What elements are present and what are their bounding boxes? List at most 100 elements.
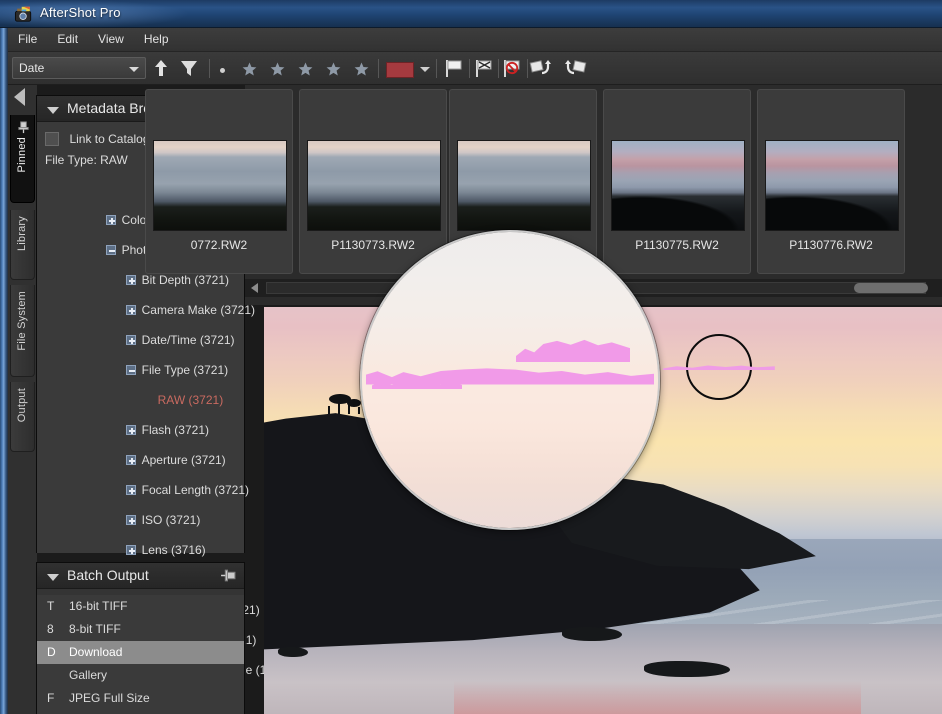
thumbnail-filename: P1130776.RW2 [789, 238, 873, 252]
loupe-magnifier[interactable] [360, 230, 660, 530]
expand-icon[interactable] [125, 514, 136, 525]
tree-item-date-time[interactable]: Date/Time (3721) [56, 333, 235, 348]
batch-output-title: Batch Output [67, 567, 149, 583]
link-to-catalogs-checkbox[interactable] [45, 132, 59, 146]
tree-item-flash[interactable]: Flash (3721) [56, 423, 209, 438]
sidebar-tab-output[interactable]: Output [10, 382, 35, 452]
tree-item-label: Camera Make (3721) [141, 302, 256, 317]
tree-item-label: Bit Depth (3721) [141, 272, 230, 287]
collapse-icon[interactable] [125, 364, 136, 375]
batch-output-label: Download [69, 645, 123, 659]
flag-prohibited-icon[interactable] [500, 57, 524, 79]
triangle-left-icon[interactable] [14, 88, 25, 106]
sidebar-tab-pinned[interactable]: Pinned [10, 115, 35, 203]
tree-item-label: Focal Length (3721) [141, 482, 250, 497]
highlight-clipping-overlay [516, 339, 630, 362]
batch-output-key: 8 [47, 622, 54, 636]
expand-icon[interactable] [125, 304, 136, 315]
expand-icon[interactable] [125, 274, 136, 285]
batch-output-key: F [47, 691, 55, 705]
preview-rock [643, 661, 730, 678]
batch-output-label: JPEG Full Size [69, 691, 150, 705]
preview-beach-reflection [453, 681, 861, 714]
window-border-left [0, 0, 8, 714]
thumbnail-cell[interactable]: P1130776.RW2 [757, 89, 905, 274]
preview-rock [562, 626, 623, 641]
star-5-icon[interactable] [354, 62, 369, 76]
collapse-icon[interactable] [105, 244, 116, 255]
loupe-content [362, 232, 658, 528]
tree-item-label: Lens (3716) [141, 542, 206, 557]
batch-output-label: 8-bit TIFF [69, 622, 121, 636]
menu-item-help[interactable]: Help [134, 28, 179, 50]
expand-icon[interactable] [125, 544, 136, 555]
sort-field-combobox[interactable]: Date [12, 57, 146, 79]
tree-item-aperture[interactable]: Aperture (3721) [56, 453, 226, 468]
star-1-icon[interactable] [242, 62, 257, 76]
tree-item-label: ISO (3721) [141, 512, 201, 527]
sidebar-tab-library[interactable]: Library [10, 210, 35, 280]
link-to-catalogs-row[interactable]: Link to Catalogs [45, 130, 156, 148]
tree-item-photo-info[interactable]: Photo Info [56, 243, 176, 258]
batch-output-row-download[interactable]: D Download [37, 641, 244, 664]
expand-icon[interactable] [125, 454, 136, 465]
scrollbar-thumb[interactable] [854, 283, 928, 293]
expand-icon[interactable] [125, 484, 136, 495]
funnel-icon[interactable] [178, 57, 200, 79]
menu-item-file[interactable]: File [8, 28, 47, 50]
flag-x-icon[interactable] [472, 57, 496, 79]
tree-item-iso[interactable]: ISO (3721) [56, 513, 200, 528]
batch-output-row-gallery[interactable]: Gallery [37, 664, 244, 687]
loupe-source-circle[interactable] [663, 334, 775, 400]
rotate-right-icon[interactable] [559, 57, 587, 79]
rating-zero-icon[interactable] [220, 68, 225, 73]
toolbar-separator-3 [436, 59, 437, 78]
triangle-down-icon[interactable] [47, 574, 59, 581]
expand-icon[interactable] [125, 334, 136, 345]
star-4-icon[interactable] [326, 62, 341, 76]
thumbnail-cell[interactable]: 0772.RW2 [145, 89, 293, 274]
menu-item-edit[interactable]: Edit [47, 28, 88, 50]
batch-output-key: T [47, 599, 55, 613]
triangle-left-icon[interactable] [251, 283, 258, 293]
expand-icon[interactable] [125, 424, 136, 435]
arrow-up-icon[interactable] [150, 57, 172, 79]
flag-icon[interactable] [442, 57, 466, 79]
link-to-catalogs-label: Link to Catalogs [69, 132, 156, 146]
batch-output-row-16bit-tiff[interactable]: T 16-bit TIFF [37, 595, 244, 618]
toolbar-separator-4 [469, 59, 470, 78]
toolbar-separator-5 [498, 59, 499, 78]
expand-icon[interactable] [105, 214, 116, 225]
thumbnail-image [611, 140, 745, 231]
camera-icon [14, 6, 32, 22]
batch-output-row-jpeg-full-size[interactable]: F JPEG Full Size [37, 687, 244, 710]
sidebar-tab-file-system[interactable]: File System [10, 285, 35, 377]
menu-item-view[interactable]: View [88, 28, 134, 50]
thumbnail-filename: 0772.RW2 [190, 238, 248, 252]
tree-item-label: Date/Time (3721) [141, 332, 235, 347]
batch-output-row-8bit-tiff[interactable]: 8 8-bit TIFF [37, 618, 244, 641]
file-type-filter-label: File Type: RAW [45, 153, 128, 167]
color-label-swatch[interactable] [386, 62, 414, 78]
tree-item-file-type[interactable]: File Type (3721) [56, 363, 228, 378]
color-label-chevron-down-icon[interactable] [420, 67, 430, 72]
pin-horizontal-icon[interactable] [220, 568, 236, 583]
star-2-icon[interactable] [270, 62, 285, 76]
batch-output-key: D [47, 645, 56, 659]
tree-item-focal-length[interactable]: Focal Length (3721) [56, 483, 249, 498]
title-bar: AfterShot Pro [0, 0, 942, 28]
rotate-left-icon[interactable] [529, 57, 557, 79]
batch-output-list: T 16-bit TIFF 8 8-bit TIFF D Download Ga… [37, 595, 244, 714]
tree-item-bit-depth[interactable]: Bit Depth (3721) [56, 273, 229, 288]
triangle-down-icon[interactable] [47, 107, 59, 114]
batch-output-label: Gallery [69, 668, 108, 682]
tree-item-raw-selected[interactable]: RAW (3721) [56, 393, 224, 408]
thumbnail-image [457, 140, 591, 231]
tree-item-camera-make[interactable]: Camera Make (3721) [56, 303, 255, 318]
application-window: AfterShot Pro File Edit View Help Date P… [0, 0, 942, 714]
batch-output-header[interactable]: Batch Output [37, 563, 244, 589]
tree-item-color-label[interactable]: Color Label [56, 213, 183, 228]
sidebar-tab-output-label: Output [16, 388, 28, 423]
star-3-icon[interactable] [298, 62, 313, 76]
tree-item-lens[interactable]: Lens (3716) [56, 543, 206, 558]
